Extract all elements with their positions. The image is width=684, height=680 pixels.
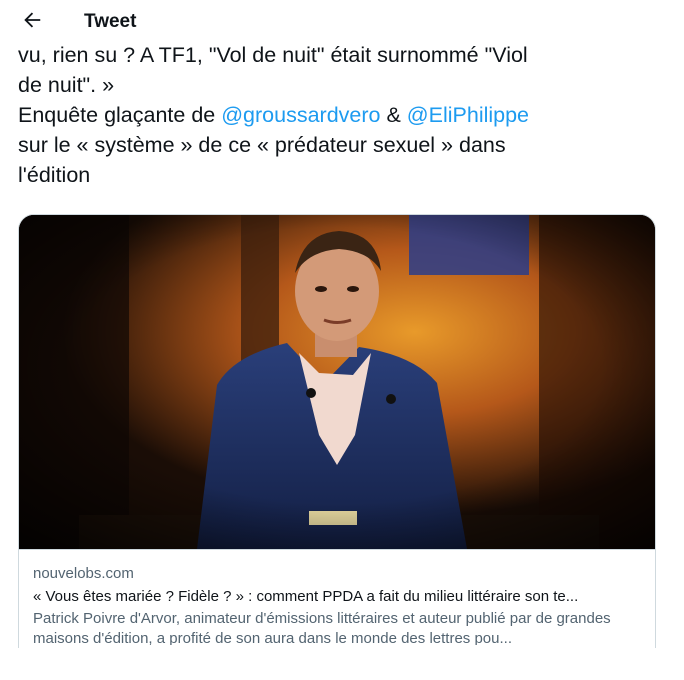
back-button[interactable] xyxy=(12,2,52,42)
card-title: « Vous êtes mariée ? Fidèle ? » : commen… xyxy=(33,588,579,605)
tweet-text-line: Enquête glaçante de @groussardvero & @El… xyxy=(18,100,658,130)
top-bar: Tweet xyxy=(0,0,684,44)
page-title: Tweet xyxy=(84,11,137,32)
tweet-text-segment: & xyxy=(380,103,407,127)
tweet-text: vu, rien su ? A TF1, "Vol de nuit" était… xyxy=(18,40,658,190)
tweet-text-line: vu, rien su ? A TF1, "Vol de nuit" était… xyxy=(18,43,528,67)
mention-link-eliphilippe[interactable]: @EliPhilippe xyxy=(407,103,529,127)
bottom-crop xyxy=(0,648,684,680)
tweet-page: Tweet vu, rien su ? A TF1, "Vol de nuit"… xyxy=(0,0,684,680)
card-image[interactable] xyxy=(19,215,655,549)
arrow-left-icon xyxy=(21,9,43,36)
tweet-text-line: sur le « système » de ce « prédateur sex… xyxy=(18,133,506,157)
link-preview-card[interactable]: nouvelobs.com « Vous êtes mariée ? Fidèl… xyxy=(18,214,656,674)
tweet-text-segment: Enquête glaçante de xyxy=(18,103,222,127)
card-description: Patrick Poivre d'Arvor, animateur d'émis… xyxy=(33,610,611,645)
mention-link-groussardvero[interactable]: @groussardvero xyxy=(221,103,380,127)
tweet-text-line: de nuit". » xyxy=(18,73,115,97)
card-domain: nouvelobs.com xyxy=(33,565,134,582)
tweet-text-line: l'édition xyxy=(18,163,91,187)
presenter-photo xyxy=(19,215,655,549)
